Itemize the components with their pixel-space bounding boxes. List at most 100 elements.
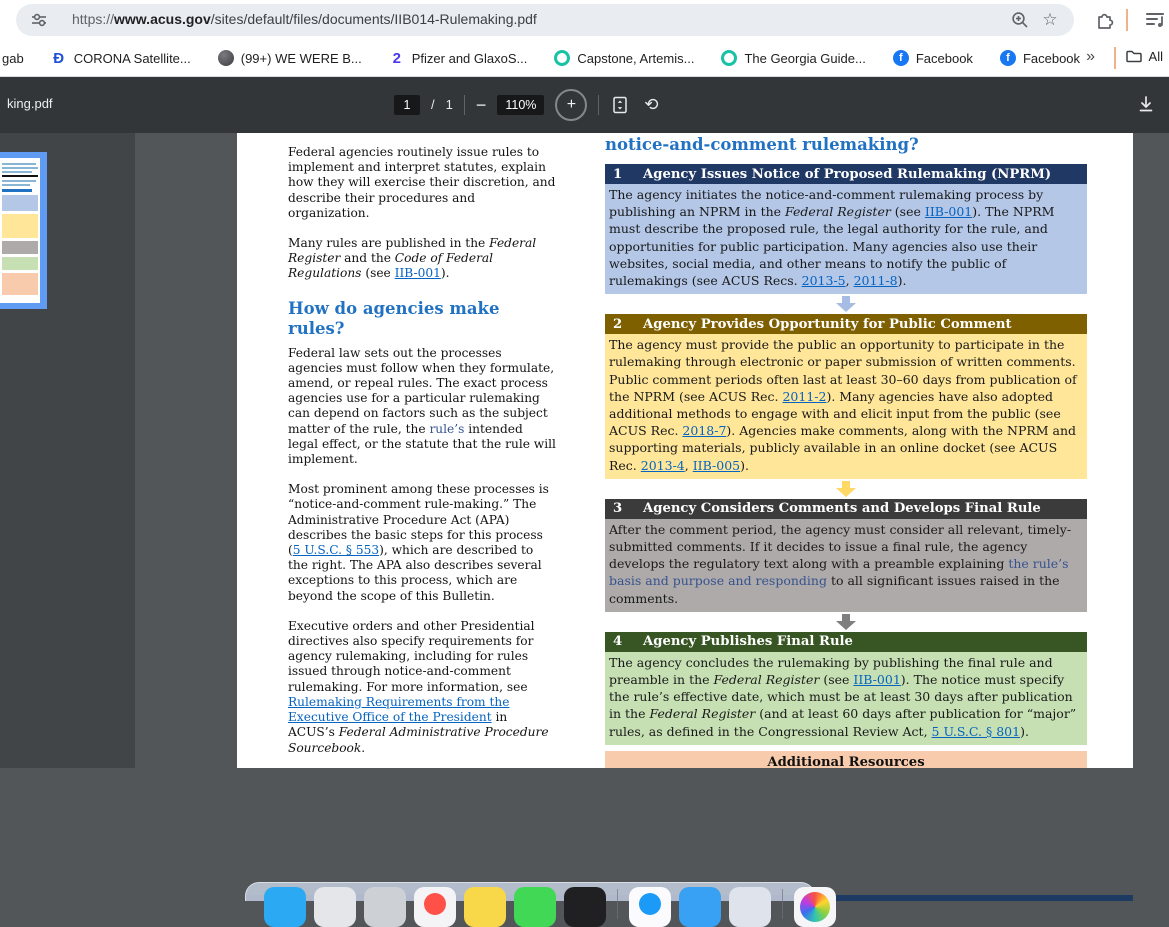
bookmarks-separator xyxy=(1114,47,1116,69)
document-link[interactable]: Rulemaking Requirements from the Executi… xyxy=(288,695,509,724)
bookmark-favicon xyxy=(721,50,738,66)
document-link[interactable]: 5 U.S.C. § 553 xyxy=(293,543,379,557)
process-steps: 1 Agency Issues Notice of Proposed Rulema… xyxy=(605,164,1087,745)
rotate-icon[interactable]: ⟲ xyxy=(641,95,661,115)
flow-arrow-icon xyxy=(836,613,856,630)
additional-resources-title: Additional Resources xyxy=(767,754,925,768)
right-column: notice-and-comment rulemaking? 1 Agency I… xyxy=(605,133,1087,768)
section-heading-fragment: notice-and-comment rulemaking? xyxy=(605,135,919,154)
all-bookmarks-folder[interactable]: All xyxy=(1125,47,1163,65)
extensions-icon[interactable] xyxy=(1094,8,1116,30)
zoom-level[interactable]: 110% xyxy=(497,94,545,115)
app-light-gray-icon[interactable] xyxy=(314,887,356,927)
document-link[interactable]: 5 U.S.C. § 801 xyxy=(932,724,1021,739)
document-link[interactable]: IIB-001 xyxy=(395,266,441,280)
step-title: Agency Publishes Final Rule xyxy=(643,634,853,650)
left-column: Federal agencies routinely issue rules t… xyxy=(288,145,556,768)
document-link[interactable]: IIB-001 xyxy=(925,204,972,219)
url-text[interactable]: https://www.acus.gov/sites/default/files… xyxy=(72,11,537,27)
fit-page-icon[interactable] xyxy=(610,95,630,115)
photos-icon[interactable] xyxy=(794,887,836,927)
plus-icon: + xyxy=(566,95,577,113)
macos-dock xyxy=(245,882,836,927)
document-link[interactable]: 2018-7 xyxy=(682,423,726,438)
url-bar[interactable]: https://www.acus.gov/sites/default/files… xyxy=(16,4,1074,36)
step-header: 3 Agency Considers Comments and Develops … xyxy=(605,498,1087,519)
text-run: (see xyxy=(819,672,854,688)
text-run: Executive orders and other Presidential … xyxy=(288,618,535,694)
bookmark-favicon xyxy=(217,50,234,66)
document-link[interactable]: IIB-005 xyxy=(693,458,740,473)
bookmark-label: Pfizer and GlaxoS... xyxy=(411,50,528,66)
paragraph: Federal agencies routinely issue rules t… xyxy=(288,145,556,221)
text-run: ). xyxy=(440,266,450,281)
bookmark-star-icon[interactable]: ☆ xyxy=(1040,10,1060,30)
facebook-favicon: f xyxy=(892,50,909,66)
messages-icon[interactable] xyxy=(514,887,556,927)
finder-icon[interactable] xyxy=(264,887,306,927)
music-icon[interactable] xyxy=(414,887,456,927)
text-run: (see xyxy=(890,204,925,220)
site-info-icon[interactable] xyxy=(30,11,48,29)
browser-chrome: https://www.acus.gov/sites/default/files… xyxy=(0,0,1169,77)
step-number: 2 xyxy=(613,316,623,332)
media-queue-icon[interactable] xyxy=(1144,8,1166,30)
more-bookmarks-chevron[interactable]: » xyxy=(1086,48,1095,66)
url-scheme: https:// xyxy=(72,11,115,27)
bookmark-label: Facebook xyxy=(915,50,973,66)
facebook-favicon: f xyxy=(999,50,1016,66)
bookmark-item[interactable]: f Facebook xyxy=(892,50,973,66)
page-thumbnail[interactable] xyxy=(0,152,47,309)
bookmark-item[interactable]: Capstone, Artemis... xyxy=(554,50,694,66)
zoom-out-button[interactable]: − xyxy=(476,96,487,114)
app-pale-icon[interactable] xyxy=(729,887,771,927)
mail-icon[interactable] xyxy=(679,887,721,927)
document-link[interactable]: 2011-8 xyxy=(854,273,898,288)
bookmark-favicon: 2 xyxy=(392,49,401,67)
thumbnail-page-preview xyxy=(0,158,40,303)
document-link[interactable]: 2011-2 xyxy=(782,389,826,404)
document-link[interactable]: 2013-4 xyxy=(641,458,685,473)
dock-separator xyxy=(617,889,618,919)
step-header: 1 Agency Issues Notice of Proposed Rulema… xyxy=(605,164,1087,184)
bookmark-item[interactable]: The Georgia Guide... xyxy=(721,50,866,66)
paragraph: Many rules are published in the Federal … xyxy=(288,236,556,282)
appstore-icon[interactable] xyxy=(629,887,671,927)
step-title: Agency Issues Notice of Proposed Rulemak… xyxy=(643,166,1052,182)
step-body: After the comment period, the agency mus… xyxy=(605,518,1087,612)
zoom-indicator-icon[interactable] xyxy=(1010,10,1030,30)
all-bookmarks-label: All xyxy=(1148,48,1163,64)
bookmark-item[interactable]: 2 Pfizer and GlaxoS... xyxy=(389,49,528,67)
zoom-in-button[interactable]: + xyxy=(555,88,588,121)
pdf-toolbar-controls: 1 / 1 − 110% + ⟲ xyxy=(394,76,661,133)
flow-arrow-icon xyxy=(836,480,856,497)
page-number-input[interactable]: 1 xyxy=(394,94,420,115)
flow-arrow-icon xyxy=(836,296,856,313)
url-host: www.acus.gov xyxy=(114,11,211,27)
thumbnail-sidebar[interactable] xyxy=(0,133,135,768)
download-icon[interactable] xyxy=(1136,94,1156,114)
app-black-icon[interactable] xyxy=(564,887,606,927)
step-header: 4 Agency Publishes Final Rule xyxy=(605,631,1087,652)
bookmark-item[interactable]: gab xyxy=(2,51,24,66)
step-body: The agency initiates the notice-and-comm… xyxy=(605,184,1087,295)
dock-separator xyxy=(782,889,783,919)
app-silver-icon[interactable] xyxy=(364,887,406,927)
text-run: After the comment period, the agency mus… xyxy=(609,521,1072,572)
step-title: Agency Considers Comments and Develops F… xyxy=(643,501,1041,517)
chrome-separator xyxy=(1126,9,1128,31)
bookmark-label: The Georgia Guide... xyxy=(744,50,866,66)
toolbar-divider xyxy=(598,94,600,115)
notes-icon[interactable] xyxy=(464,887,506,927)
toolbar-divider xyxy=(463,94,465,115)
bookmark-item[interactable]: Đ CORONA Satellite... xyxy=(51,50,190,67)
step-body: The agency concludes the rulemaking by p… xyxy=(605,651,1087,745)
document-link[interactable]: 2013-5 xyxy=(802,273,846,288)
bookmark-item[interactable]: f Facebook xyxy=(999,50,1080,66)
pdf-viewer: Federal agencies routinely issue rules t… xyxy=(0,133,1169,927)
document-link[interactable]: IIB-001 xyxy=(853,672,900,687)
bookmark-item[interactable]: (99+) WE WERE B... xyxy=(217,50,362,66)
bookmarks-list: gab Đ CORONA Satellite... (99+) WE WERE B..… xyxy=(2,40,1080,76)
paragraph: Federal law sets out the processes agenc… xyxy=(288,346,556,468)
pdf-page: Federal agencies routinely issue rules t… xyxy=(237,133,1133,768)
